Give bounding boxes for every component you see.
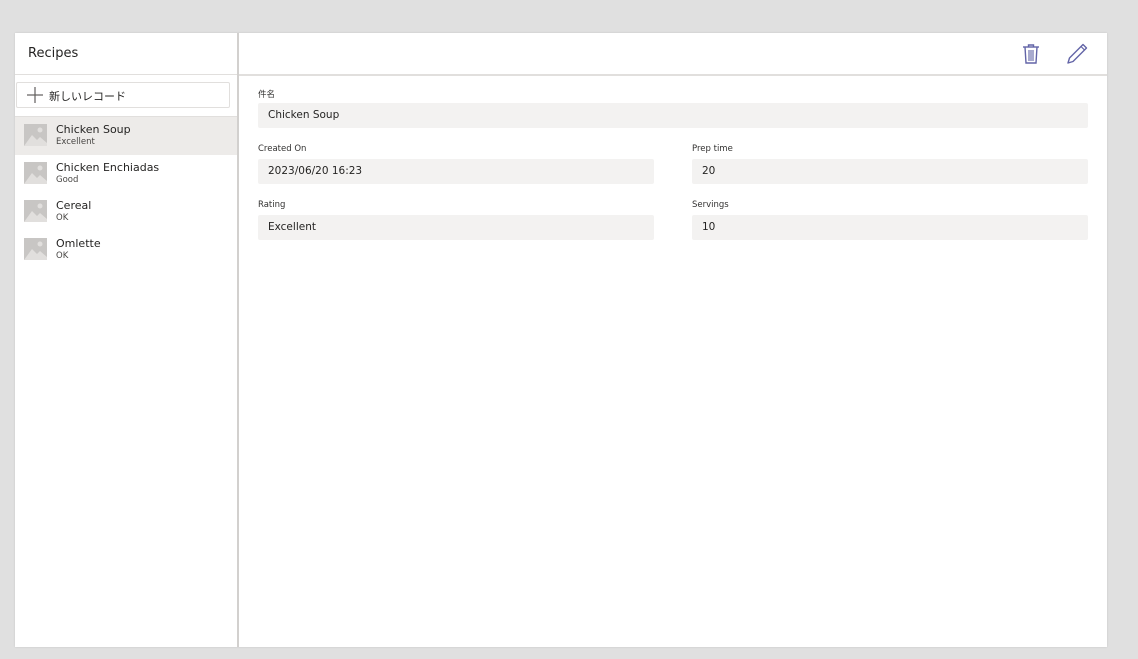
created-on-label: Created On — [258, 144, 307, 154]
pencil-icon — [1065, 42, 1089, 66]
list-item[interactable]: Chicken Soup Excellent — [15, 117, 237, 155]
panel-divider — [237, 33, 239, 647]
servings-label: Servings — [692, 200, 729, 210]
prep-time-label: Prep time — [692, 144, 733, 154]
rating-field[interactable]: Excellent — [258, 215, 654, 240]
name-label: 件名 — [258, 90, 276, 100]
image-placeholder-icon — [24, 124, 47, 146]
new-record-label: 新しいレコード — [49, 90, 126, 103]
recipes-list-panel: Recipes 新しいレコード Chicken Soup Excellent C… — [15, 33, 237, 647]
servings-field[interactable]: 10 — [692, 215, 1088, 240]
name-field[interactable]: Chicken Soup — [258, 103, 1088, 128]
list-title: Recipes — [28, 46, 79, 61]
list-item[interactable]: Chicken Enchiadas Good — [15, 155, 237, 193]
plus-icon — [26, 86, 44, 104]
list-item[interactable]: Omlette OK — [15, 231, 237, 269]
created-on-field[interactable]: 2023/06/20 16:23 — [258, 159, 654, 184]
new-record-button[interactable]: 新しいレコード — [16, 82, 230, 108]
item-subtitle: OK — [56, 251, 69, 261]
image-placeholder-icon — [24, 238, 47, 260]
item-subtitle: Excellent — [56, 137, 95, 147]
item-title: Cereal — [56, 199, 92, 212]
item-title: Chicken Soup — [56, 123, 131, 136]
item-title: Omlette — [56, 237, 101, 250]
prep-time-field[interactable]: 20 — [692, 159, 1088, 184]
delete-button[interactable] — [1019, 42, 1043, 66]
recipes-gallery: Chicken Soup Excellent Chicken Enchiadas… — [15, 117, 237, 269]
app-window: Recipes 新しいレコード Chicken Soup Excellent C… — [15, 33, 1107, 647]
item-subtitle: Good — [56, 175, 79, 185]
image-placeholder-icon — [24, 162, 47, 184]
rating-label: Rating — [258, 200, 286, 210]
detail-toolbar — [239, 33, 1107, 76]
edit-button[interactable] — [1065, 42, 1089, 66]
image-placeholder-icon — [24, 200, 47, 222]
trash-icon — [1019, 42, 1043, 66]
item-subtitle: OK — [56, 213, 69, 223]
list-header: Recipes — [15, 33, 237, 75]
list-item[interactable]: Cereal OK — [15, 193, 237, 231]
item-title: Chicken Enchiadas — [56, 161, 160, 174]
